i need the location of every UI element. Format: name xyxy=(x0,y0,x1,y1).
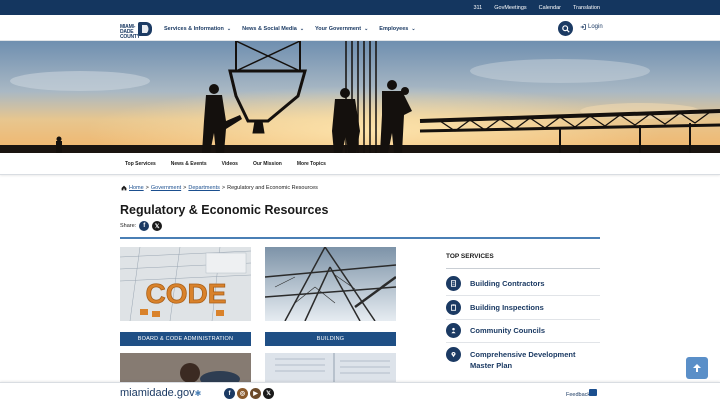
top-service-building-inspections[interactable]: Building Inspections xyxy=(446,300,590,315)
nav-employees[interactable]: Employees ⌄ xyxy=(379,26,415,32)
chevron-down-icon: ⌄ xyxy=(299,26,305,32)
nav-label: Employees xyxy=(379,26,409,32)
home-icon xyxy=(121,185,127,191)
feedback-link[interactable]: Feedback xyxy=(566,392,590,398)
search-button[interactable] xyxy=(558,21,573,36)
login-icon xyxy=(580,24,586,30)
chat-bubble-icon[interactable] xyxy=(589,389,597,396)
subnav-more-topics[interactable]: More Topics xyxy=(297,161,326,167)
breadcrumb-government[interactable]: Government xyxy=(151,185,181,191)
utility-link-translation[interactable]: Translation xyxy=(573,5,600,11)
instagram-icon[interactable]: ◎ xyxy=(237,388,248,399)
utility-link-govmeetings[interactable]: GovMeetings xyxy=(494,5,526,11)
county-logo[interactable]: MIAMI-DADE COUNTY xyxy=(120,22,152,40)
nav-label: Your Government xyxy=(315,26,362,32)
share-label: Share: xyxy=(120,223,137,229)
back-to-top-button[interactable] xyxy=(686,357,708,379)
top-service-building-contractors[interactable]: Building Contractors xyxy=(446,276,590,291)
breadcrumb-departments[interactable]: Departments xyxy=(188,185,220,191)
top-services-separator xyxy=(446,319,600,320)
x-twitter-icon[interactable]: 𝕏 xyxy=(152,221,163,231)
footer-brand[interactable]: miamidade.gov✱ xyxy=(120,387,201,399)
hero-banner xyxy=(0,41,720,153)
chevron-down-icon: ⌄ xyxy=(411,26,416,32)
breadcrumb-separator: > xyxy=(145,185,149,191)
section-subnav: Top Services News & Events Videos Our Mi… xyxy=(0,153,720,175)
chevron-down-icon: ⌄ xyxy=(364,26,369,32)
facebook-icon[interactable]: f xyxy=(224,388,235,399)
top-services-separator xyxy=(446,295,600,296)
star-icon: ✱ xyxy=(194,389,202,398)
building-button[interactable]: BUILDING xyxy=(265,332,396,346)
breadcrumb-home[interactable]: Home xyxy=(129,185,144,191)
nav-label: News & Social Media xyxy=(242,26,297,32)
breadcrumb-separator: > xyxy=(183,185,187,191)
card-image-partial-left[interactable] xyxy=(120,353,251,382)
code-blocks-text: CODE xyxy=(146,278,227,309)
top-service-community-councils[interactable]: Community Councils xyxy=(446,323,590,338)
top-service-label: Community Councils xyxy=(470,326,546,335)
arrow-up-icon xyxy=(693,364,701,372)
card-image-partial-right[interactable] xyxy=(265,353,396,382)
hero-image xyxy=(0,41,720,153)
top-service-comprehensive-development-master-plan[interactable]: Comprehensive Development Master Plan xyxy=(446,347,590,371)
top-services-heading: TOP SERVICES xyxy=(446,253,494,260)
top-service-label: Comprehensive Development Master Plan xyxy=(470,350,576,370)
breadcrumb-current: Regulatory and Economic Resources xyxy=(227,185,318,191)
title-divider xyxy=(120,237,600,239)
utility-link-calendar[interactable]: Calendar xyxy=(539,5,561,11)
main-nav: Services & Information ⌄ News & Social Me… xyxy=(164,23,416,35)
top-service-label: Building Contractors xyxy=(470,279,545,288)
board-code-administration-button[interactable]: BOARD & CODE ADMINISTRATION xyxy=(120,332,251,346)
subnav-our-mission[interactable]: Our Mission xyxy=(253,161,282,167)
card-image-building[interactable] xyxy=(265,247,396,321)
youtube-icon[interactable]: ▶ xyxy=(250,388,261,399)
subnav-top-services[interactable]: Top Services xyxy=(125,161,156,167)
clipboard-icon xyxy=(446,300,461,315)
utility-link-311[interactable]: 311 xyxy=(473,5,482,11)
subnav-videos[interactable]: Videos xyxy=(222,161,238,167)
top-services-separator xyxy=(446,342,600,343)
logo-badge xyxy=(138,22,152,36)
x-twitter-icon[interactable]: 𝕏 xyxy=(263,388,274,399)
nav-label: Services & Information xyxy=(164,26,224,32)
login-label: Login xyxy=(588,24,603,30)
share-bar: Share: f 𝕏 xyxy=(120,221,163,231)
nav-your-government[interactable]: Your Government ⌄ xyxy=(315,26,368,32)
utility-links: 311 GovMeetings Calendar Translation xyxy=(473,0,600,15)
location-pin-icon xyxy=(446,347,461,362)
breadcrumb: Home > Government > Departments > Regula… xyxy=(121,185,318,191)
document-icon xyxy=(446,276,461,291)
sticky-footer: miamidade.gov✱ f ◎ ▶ 𝕏 Feedback xyxy=(0,382,720,405)
top-service-label: Building Inspections xyxy=(470,303,544,312)
people-icon xyxy=(446,323,461,338)
card-image-code[interactable]: CODE xyxy=(120,247,251,321)
page-title: Regulatory & Economic Resources xyxy=(120,203,329,217)
nav-services-information[interactable]: Services & Information ⌄ xyxy=(164,26,231,32)
breadcrumb-separator: > xyxy=(221,185,226,191)
utility-bar: 311 GovMeetings Calendar Translation xyxy=(0,0,720,15)
search-icon xyxy=(561,24,570,33)
top-services-divider xyxy=(446,268,600,269)
chevron-down-icon: ⌄ xyxy=(226,26,232,32)
footer-brand-text: miamidade.gov xyxy=(120,387,195,399)
nav-news-social-media[interactable]: News & Social Media ⌄ xyxy=(242,26,304,32)
footer-social-links: f ◎ ▶ 𝕏 xyxy=(224,388,274,399)
login-link[interactable]: Login xyxy=(580,24,603,30)
subnav-news-events[interactable]: News & Events xyxy=(171,161,207,167)
facebook-icon[interactable]: f xyxy=(139,221,150,231)
